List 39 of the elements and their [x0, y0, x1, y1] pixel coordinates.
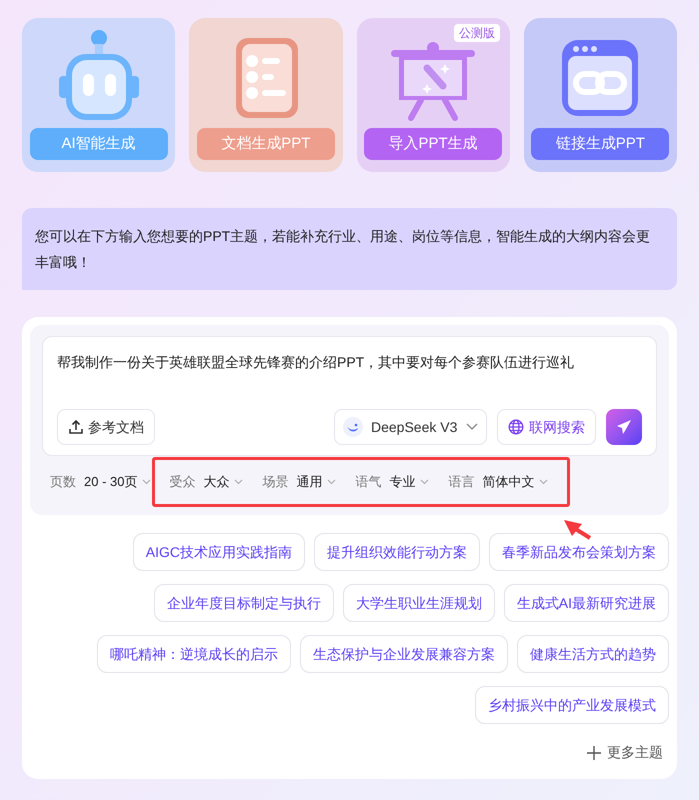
- option-select[interactable]: 受众 大众: [169, 460, 244, 504]
- upload-button[interactable]: 参考文档: [57, 409, 155, 445]
- prompt-text: 帮我制作一份关于英雄联盟全球先锋赛的介绍PPT，其中要对每个参赛队伍进行巡礼: [57, 353, 576, 372]
- topic-chip[interactable]: 大学生职业生涯规划: [342, 584, 495, 622]
- mode-card[interactable]: 链接生成PPT: [524, 18, 677, 172]
- mode-button[interactable]: 链接生成PPT: [531, 128, 670, 160]
- topic-chip[interactable]: 春季新品发布会策划方案: [489, 533, 669, 571]
- globe-icon: [508, 419, 524, 435]
- chevron-down-icon: [327, 479, 336, 485]
- annotation-arrow: [564, 520, 592, 540]
- topic-chip[interactable]: 健康生活方式的趋势: [517, 635, 669, 673]
- prompt-field[interactable]: 帮我制作一份关于英雄联盟全球先锋赛的介绍PPT，其中要对每个参赛队伍进行巡礼 参考文档 DeepSeek V3 联网搜索: [42, 336, 657, 456]
- option-select[interactable]: 语气 专业: [355, 460, 430, 504]
- topic-chip[interactable]: 乡村振兴中的产业发展模式: [475, 686, 669, 724]
- topic-chip[interactable]: 企业年度目标制定与执行: [154, 584, 334, 622]
- mode-card[interactable]: 公测版 导入PPT生成: [356, 18, 510, 172]
- upload-icon: [68, 419, 84, 435]
- chevron-down-icon: [466, 423, 478, 431]
- topic-chip[interactable]: 生态保护与企业发展兼容方案: [300, 635, 508, 673]
- option-select[interactable]: 场景 通用: [262, 460, 336, 504]
- chevron-down-icon: [420, 479, 430, 485]
- topic-chip[interactable]: AIGC技术应用实践指南: [132, 533, 305, 571]
- send-button[interactable]: [606, 409, 642, 445]
- hint-text: 您可以在下方输入您想要的PPT主题，若能补充行业、用途、岗位等信息，智能生成的大纲内容会更丰富哦！: [22, 208, 677, 290]
- option-select[interactable]: 语言 简体中文: [448, 460, 548, 504]
- plus-icon: [587, 746, 601, 760]
- chevron-down-icon: [142, 479, 152, 485]
- topic-chip[interactable]: 提升组织效能行动方案: [314, 533, 480, 571]
- model-select[interactable]: DeepSeek V3: [334, 409, 487, 445]
- chevron-down-icon: [234, 479, 244, 485]
- more-topics-button[interactable]: 更多主题: [587, 742, 663, 763]
- mode-button[interactable]: 导入PPT生成: [364, 128, 502, 160]
- option-select[interactable]: 页数 20 - 30页: [50, 460, 152, 504]
- web-search-button[interactable]: 联网搜索: [497, 409, 596, 445]
- topic-chip[interactable]: 哪吒精神：逆境成长的启示: [97, 635, 291, 673]
- topic-chip[interactable]: 生成式AI最新研究进展: [504, 584, 669, 622]
- beta-badge: 公测版: [454, 24, 500, 42]
- chevron-down-icon: [539, 479, 548, 485]
- paper-plane-icon: [615, 418, 633, 436]
